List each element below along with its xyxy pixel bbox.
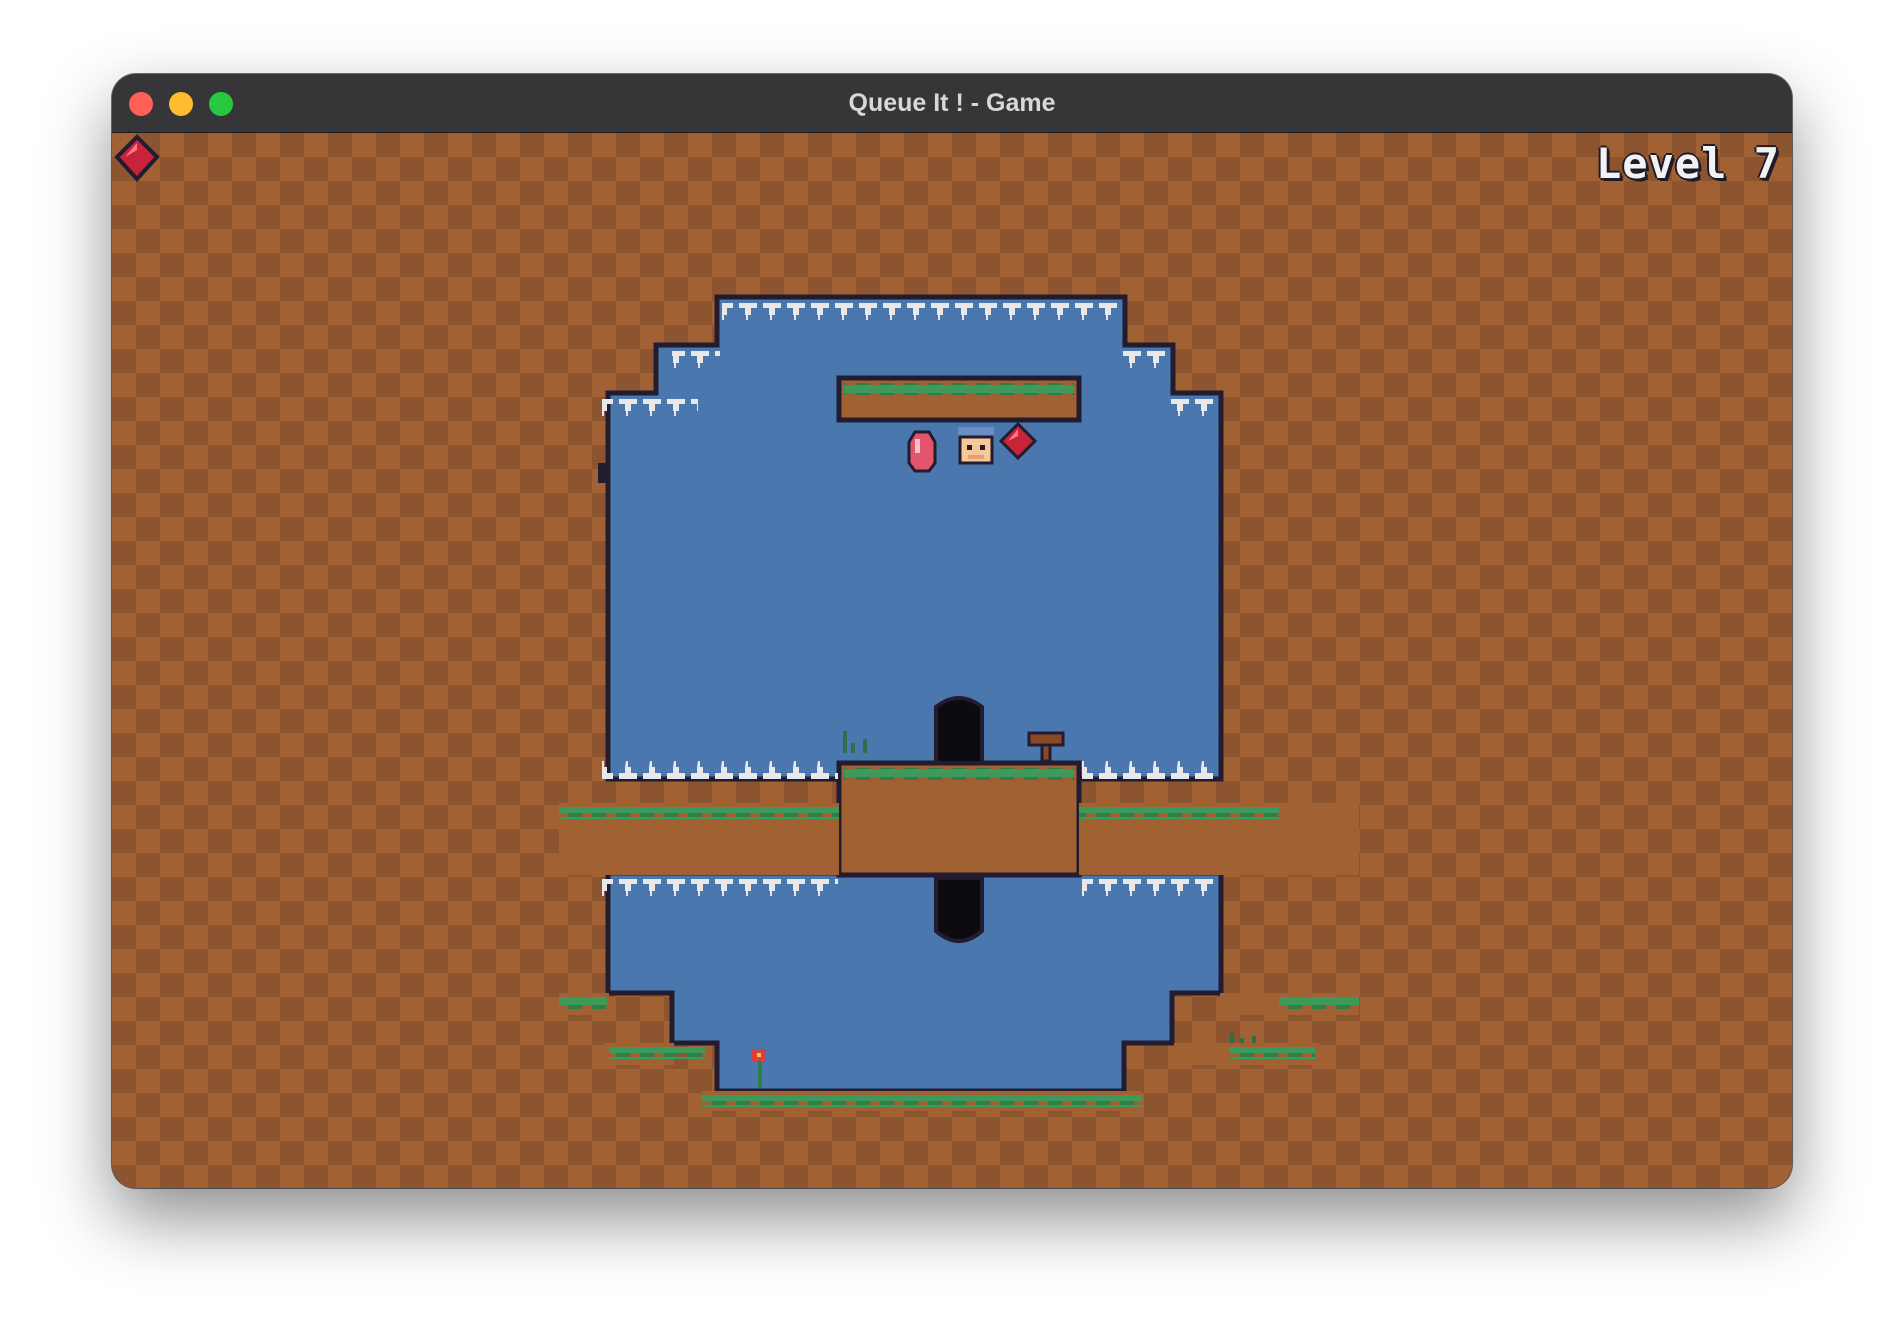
door-reflection xyxy=(934,876,984,943)
player-character xyxy=(958,427,994,465)
level-map xyxy=(559,294,1359,1111)
red-gem-icon xyxy=(114,134,160,182)
title-bar: Queue It ! - Game xyxy=(112,74,1792,133)
ceiling-spikes xyxy=(1170,399,1218,423)
window-title: Queue It ! - Game xyxy=(848,89,1056,117)
exit-door xyxy=(934,696,984,765)
ceiling-spikes xyxy=(722,303,1118,327)
ceiling-spikes xyxy=(1082,879,1218,903)
ceiling-spikes xyxy=(602,399,698,423)
floor-spikes xyxy=(1082,755,1218,779)
game-canvas[interactable]: Level 7 xyxy=(112,133,1792,1188)
pink-gem xyxy=(907,430,937,473)
ceiling-spikes xyxy=(602,879,838,903)
game-window: Queue It ! - Game Level 7 xyxy=(112,74,1792,1188)
floor-spikes xyxy=(602,755,838,779)
ceiling-spikes xyxy=(1122,351,1170,375)
level-indicator: Level 7 xyxy=(1595,139,1780,188)
ceiling-spikes xyxy=(672,351,720,375)
